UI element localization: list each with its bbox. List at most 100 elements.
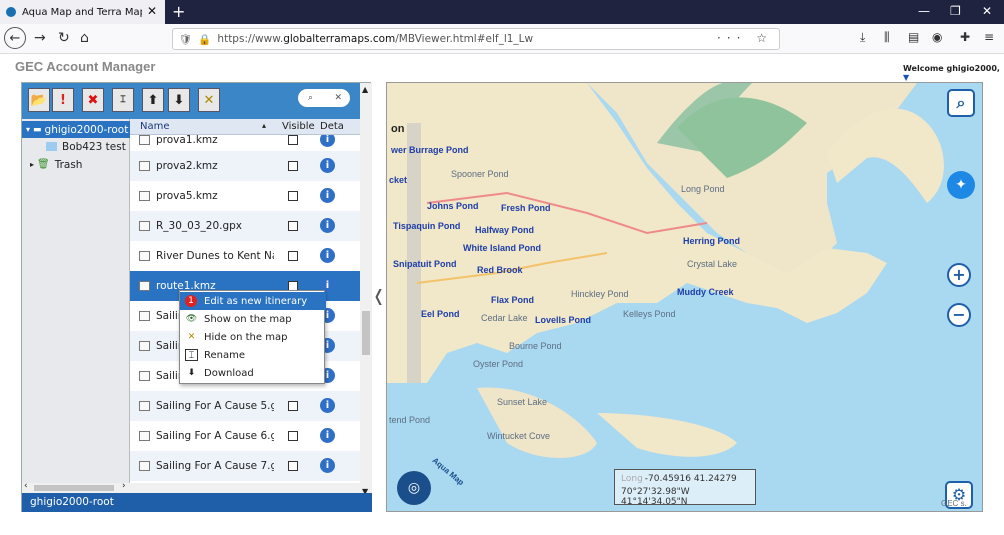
map-view[interactable]: ⌕ ✦ + − ⚙ ◎ Aqua Map on wer Burrage Pond… [386,82,983,512]
info-icon[interactable]: i [320,218,335,233]
map-label: Kelleys Pond [623,309,676,319]
url-bar[interactable]: 🛡 🔒 https://www. globalterramaps.com /MB… [172,28,780,50]
map-label: Spooner Pond [451,169,509,179]
upload-icon[interactable]: ⬆ [142,88,164,112]
scroll-right-icon: › [122,481,126,491]
visible-checkbox[interactable] [288,135,298,145]
extensions-icon[interactable]: ✚ [960,30,970,44]
welcome-user-menu[interactable]: Welcome ghigio2000, ▼ [903,64,1004,82]
collapse-panel-icon[interactable]: ❬ [372,286,385,305]
tab-title: Aqua Map and Terra Map Viewer [22,6,142,18]
search-map-icon[interactable]: ⌕ [947,89,975,117]
hide-on-map-icon[interactable]: ✕ [198,88,220,112]
rename-icon[interactable]: ⌶ [112,88,134,112]
table-row[interactable]: Sailing For A Cause 7.gp i [130,451,360,481]
menu-item-show-on-map[interactable]: 👁 Show on the map [180,310,326,328]
url-path: /MBViewer.html#elf_l1_Lw [395,33,534,45]
vertical-scrollbar[interactable]: ▲ ▼ [360,83,372,501]
add-folder-icon[interactable]: 📂 [28,88,50,112]
table-row[interactable]: Sailing For A Cause 6.gp i [130,421,360,451]
table-row[interactable]: Sailing For A Cause 5.gp i [130,391,360,421]
aqua-map-logo: ◎ [397,471,431,505]
itinerary-icon: 1 [185,295,197,307]
minimize-icon[interactable]: — [918,4,930,18]
site-favicon-icon [6,7,16,17]
column-visible[interactable]: Visible [282,121,315,132]
map-label: Flax Pond [491,295,535,305]
new-tab-icon[interactable]: + [172,2,185,21]
scroll-up-icon: ▲ [362,85,369,94]
tree-item-trash[interactable]: ▸ 🗑 Trash [30,156,82,173]
map-label: Tispaquin Pond [393,221,461,231]
map-label: Fresh Pond [501,203,551,213]
forward-icon[interactable]: → [34,30,46,46]
visible-checkbox[interactable] [288,431,298,441]
back-icon[interactable]: ← [4,27,26,49]
map-label: Red Brook [477,265,523,275]
table-row[interactable]: R_30_03_20.gpx i [130,211,360,241]
menu-item-download[interactable]: ⬇ Download [180,364,326,382]
coordinate-readout: Long -70.45916 41.24279 70°27'32.98"W 41°… [614,469,756,507]
trash-icon: 🗑 [37,159,50,170]
map-label: Snipatuit Pond [393,259,457,269]
sidebar-icon[interactable]: ▤ [908,30,919,44]
horizontal-scrollbar[interactable]: ‹ › [22,481,360,493]
menu-item-rename[interactable]: ⌶ Rename [180,346,326,364]
info-icon[interactable]: i [320,248,335,263]
page-actions-icon[interactable]: ··· ☆ [717,31,773,45]
zoom-out-icon[interactable]: − [947,303,971,327]
info-icon[interactable]: i [320,428,335,443]
scroll-left-icon: ‹ [24,481,28,491]
column-name[interactable]: Name [140,121,170,132]
library-icon[interactable]: ⫼ [884,30,890,45]
map-label: Long Pond [681,184,725,194]
folder-icon [46,142,57,151]
coordinates-decimal: -70.45916 41.24279 [644,474,737,484]
zoom-in-icon[interactable]: + [947,263,971,287]
download-icon[interactable]: ⬇ [168,88,190,112]
scroll-thumb[interactable] [362,311,370,355]
map-label: Cedar Lake [481,313,528,323]
menu-item-edit-itinerary[interactable]: 1 Edit as new itinerary [180,292,326,310]
lock-icon: 🔒 [198,33,212,46]
table-row[interactable]: prova2.kmz i [130,151,360,181]
info-icon[interactable]: i [320,458,335,473]
browser-nav-bar: ← → ↻ ⌂ 🛡 🔒 https://www. globalterramaps… [0,24,1004,54]
info-icon[interactable]: i [320,398,335,413]
menu-icon[interactable]: ≡ [984,30,994,44]
scroll-thumb[interactable] [34,485,114,491]
tree-item-root[interactable]: ▾ ▬ ghigio2000-root [22,121,130,138]
table-row[interactable]: prova5.kmz i [130,181,360,211]
home-icon[interactable]: ⌂ [80,30,89,46]
visible-checkbox[interactable] [288,161,298,171]
reload-icon[interactable]: ↻ [58,30,70,46]
visible-checkbox[interactable] [288,251,298,261]
map-label: Oyster Pond [473,359,524,369]
account-icon[interactable]: ◉ [932,30,942,44]
sort-icon: ▴ [262,121,267,130]
url-prefix: https://www. [217,33,284,45]
column-details[interactable]: Deta [320,121,344,132]
close-tab-icon[interactable]: ✕ [147,4,157,18]
new-marker-icon[interactable]: ! [52,88,74,112]
downloads-icon[interactable]: ⤓ [860,30,865,45]
delete-icon[interactable]: ✖ [82,88,104,112]
map-label: Crystal Lake [687,259,738,269]
search-input[interactable]: ⌕ ✕ [298,89,350,107]
visible-checkbox[interactable] [288,191,298,201]
info-icon[interactable]: i [320,158,335,173]
menu-item-hide-on-map[interactable]: ✕ Hide on the map [180,328,326,346]
close-window-icon[interactable]: ✕ [982,4,992,18]
visible-checkbox[interactable] [288,221,298,231]
search-icon: ⌕ [308,93,314,103]
table-row[interactable]: River Dunes to Kent Nar i [130,241,360,271]
shield-icon: 🛡 [179,33,193,46]
context-menu: 1 Edit as new itinerary 👁 Show on the ma… [179,290,326,384]
visible-checkbox[interactable] [288,401,298,411]
restore-icon[interactable]: ❐ [950,4,961,18]
browser-tab[interactable]: Aqua Map and Terra Map Viewer ✕ [0,0,165,24]
compass-icon[interactable]: ✦ [947,171,975,199]
tree-item-child[interactable]: Bob423 test [46,138,126,155]
visible-checkbox[interactable] [288,461,298,471]
info-icon[interactable]: i [320,188,335,203]
